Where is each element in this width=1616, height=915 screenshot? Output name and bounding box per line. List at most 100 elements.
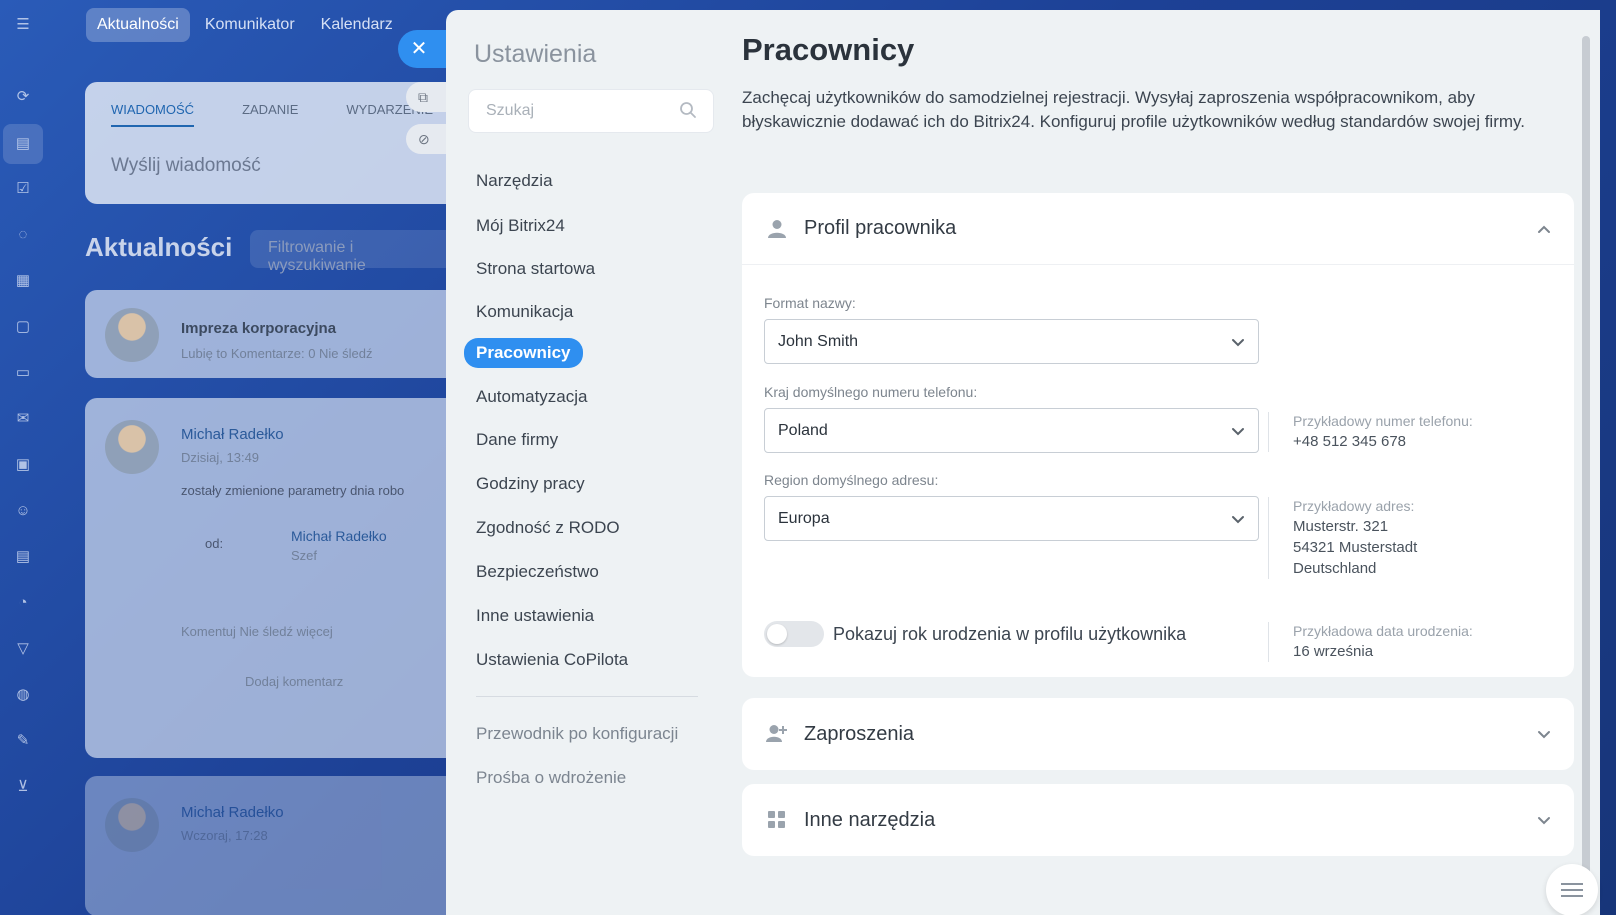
invitations-section-header[interactable]: Zaproszenia <box>742 698 1574 770</box>
page-description: Zachęcaj użytkowników do samodzielnej re… <box>742 88 1525 131</box>
other-tools-section-title: Inne narzędzia <box>804 808 936 831</box>
tasks-icon[interactable]: ☑ <box>12 178 34 200</box>
left-rail: ☰ ⟳ ▤ ☑ ◌ ▦ ▢ ▭ ✉ ▣ ☺ ▤ ◔ ▽ ◍ ✎ ⊻ <box>0 0 46 915</box>
analytics-icon[interactable]: ◔ <box>12 592 34 614</box>
close-slider-button[interactable]: ✕ <box>398 30 448 68</box>
feed-item: Michał Radełko Wczoraj, 17:28 <box>85 776 465 915</box>
address-example: Przykładowy adres: Musterstr. 321 54321 … <box>1268 497 1417 579</box>
topnav-kalendarz[interactable]: Kalendarz <box>310 8 404 42</box>
birth-year-toggle-label[interactable]: Pokazuj rok urodzenia w profilu użytkown… <box>833 624 1186 645</box>
crm-icon[interactable]: ⟳ <box>12 86 34 108</box>
topnav-komunikator[interactable]: Komunikator <box>194 8 306 42</box>
sidebar-item-copilot[interactable]: Ustawienia CoPilota <box>476 650 628 670</box>
contacts-icon[interactable]: ▤ <box>12 546 34 568</box>
grid-icon <box>766 809 788 831</box>
link-icon: ⊘ <box>418 131 430 147</box>
comment-input[interactable]: Dodaj komentarz <box>245 674 343 689</box>
sidebar-item-komunikacja[interactable]: Komunikacja <box>476 302 573 322</box>
cart-icon[interactable]: ⊻ <box>12 776 34 798</box>
sidebar-link-implementation-request[interactable]: Prośba o wdrożenie <box>476 768 626 788</box>
employees-icon[interactable]: ☺ <box>12 500 34 522</box>
other-tools-section[interactable]: Inne narzędzia <box>742 784 1574 856</box>
feed-icon[interactable]: ▤ <box>3 124 43 164</box>
phone-example-value: +48 512 345 678 <box>1293 433 1407 450</box>
profile-section-title: Profil pracownika <box>804 217 957 239</box>
sidebar-item-rodo[interactable]: Zgodność z RODO <box>476 518 620 538</box>
feed-item-text: zostały zmienione parametry dnia robo <box>181 483 405 498</box>
settings-title: Ustawienia <box>474 40 597 68</box>
address-region-select[interactable]: Europa <box>764 496 1259 541</box>
sidebar-item-moj-bitrix24[interactable]: Mój Bitrix24 <box>476 216 565 236</box>
chevron-up-icon[interactable] <box>1536 221 1552 237</box>
sidebar-item-godziny-pracy[interactable]: Godziny pracy <box>476 474 585 494</box>
sidebar-item-narzedzia[interactable]: Narzędzia <box>476 171 553 191</box>
from-label: od: <box>205 536 224 551</box>
sidebar-item-bezpieczenstwo[interactable]: Bezpieczeństwo <box>476 562 599 582</box>
from-name[interactable]: Michał Radełko <box>291 528 387 544</box>
other-tools-section-header[interactable]: Inne narzędzia <box>742 784 1574 856</box>
birth-year-toggle[interactable] <box>764 621 824 647</box>
birthdate-example: Przykładowa data urodzenia: 16 września <box>1268 622 1473 662</box>
profile-section-header[interactable]: Profil pracownika <box>742 193 1574 265</box>
avatar <box>105 798 159 852</box>
top-navigation: Aktualności Komunikator Kalendarz <box>86 8 404 42</box>
tab-task[interactable]: ZADANIE <box>242 102 298 127</box>
chevron-down-icon <box>1232 339 1244 347</box>
feed-title: Aktualności <box>85 232 233 262</box>
copy-link-button[interactable]: ⊘ <box>406 124 446 154</box>
invitations-section-title: Zaproszenia <box>804 722 915 745</box>
name-format-label: Format nazwy: <box>764 295 856 311</box>
user-icon <box>766 218 788 240</box>
address-example-line: Musterstr. 321 <box>1293 518 1389 535</box>
robot-icon[interactable]: ◍ <box>12 684 34 706</box>
sidebar-item-inne-ustawienia[interactable]: Inne ustawienia <box>476 606 594 626</box>
drive-icon[interactable]: ▭ <box>12 362 34 384</box>
mail-icon[interactable]: ✉ <box>12 408 34 430</box>
calendar-icon[interactable]: ▦ <box>12 270 34 292</box>
search-icon[interactable] <box>679 101 697 119</box>
tab-message[interactable]: WIADOMOŚĆ <box>111 102 195 127</box>
sidebar-item-dane-firmy[interactable]: Dane firmy <box>476 430 558 450</box>
feed-filter-input[interactable]: Filtrowanie i wyszukiwanie <box>250 230 470 274</box>
feed-item-title[interactable]: Impreza korporacyjna <box>181 320 336 337</box>
sidebar-item-pracownicy[interactable]: Pracownicy <box>464 338 583 368</box>
topnav-aktualnosci[interactable]: Aktualności <box>86 8 190 42</box>
sidebar-item-strona-startowa[interactable]: Strona startowa <box>476 259 595 279</box>
help-menu-button[interactable] <box>1546 864 1598 915</box>
docs-icon[interactable]: ▢ <box>12 316 34 338</box>
sites-icon[interactable]: ▣ <box>12 454 34 476</box>
page-title: Pracownicy <box>742 32 915 67</box>
chevron-down-icon <box>1232 516 1244 524</box>
invitations-section[interactable]: Zaproszenia <box>742 698 1574 770</box>
feed-item: Michał Radełko Dzisiaj, 13:49 zostały zm… <box>85 398 465 758</box>
chat-icon[interactable]: ◌ <box>12 224 34 246</box>
menu-icon[interactable]: ☰ <box>12 14 34 36</box>
feed-item-actions[interactable]: Komentuj Nie śledź więcej <box>181 624 333 639</box>
sidebar-link-config-guide[interactable]: Przewodnik po konfiguracji <box>476 724 678 744</box>
phone-country-select[interactable]: Poland <box>764 408 1259 453</box>
feed-item: Impreza korporacyjna Lubię to Komentarze… <box>85 290 465 378</box>
sidebar-item-automatyzacja[interactable]: Automatyzacja <box>476 387 588 407</box>
birthdate-example-value: 16 września <box>1293 643 1374 660</box>
profile-section: Profil pracownika Format nazwy: John Smi… <box>742 193 1574 677</box>
add-user-icon <box>766 723 788 745</box>
phone-country-label: Kraj domyślnego numeru telefonu: <box>764 384 978 400</box>
feed-item-author[interactable]: Michał Radełko <box>181 426 284 443</box>
settings-search-input[interactable] <box>469 90 659 132</box>
chevron-down-icon[interactable] <box>1536 726 1552 742</box>
phone-example-label: Przykładowy numer telefonu: <box>1293 413 1473 429</box>
name-format-select[interactable]: John Smith <box>764 319 1259 364</box>
phone-example: Przykładowy numer telefonu: +48 512 345 … <box>1268 412 1473 452</box>
chevron-down-icon[interactable] <box>1536 812 1552 828</box>
sign-icon[interactable]: ✎ <box>12 730 34 752</box>
toggle-knob <box>767 624 787 644</box>
chevron-down-icon <box>1232 428 1244 436</box>
open-in-new-window-button[interactable]: ⧉ <box>406 82 446 112</box>
settings-slider: Ustawienia Narzędzia Mój Bitrix24 Strona… <box>446 10 1600 915</box>
feed-item-author[interactable]: Michał Radełko <box>181 804 284 821</box>
funnel-icon[interactable]: ▽ <box>12 638 34 660</box>
feed-item-time: Dzisiaj, 13:49 <box>181 450 260 465</box>
address-example-line: Deutschland <box>1293 560 1377 577</box>
scrollbar[interactable] <box>1582 36 1590 898</box>
address-example-line: 54321 Musterstadt <box>1293 539 1418 556</box>
